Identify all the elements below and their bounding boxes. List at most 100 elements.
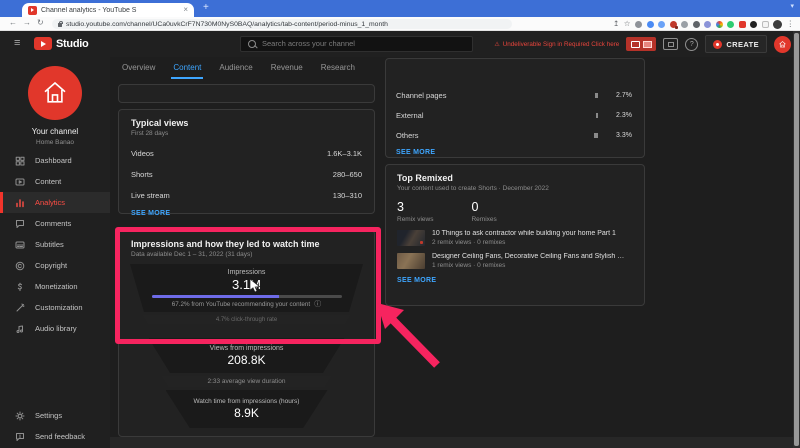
channel-avatar[interactable] xyxy=(28,66,82,120)
extension-icon[interactable] xyxy=(739,21,746,28)
extension-icon[interactable] xyxy=(750,21,757,28)
tab-revenue[interactable]: Revenue xyxy=(271,63,303,79)
help-icon[interactable]: ? xyxy=(685,38,698,51)
sidebar-item-dashboard[interactable]: Dashboard xyxy=(0,150,110,171)
traffic-row[interactable]: External 2.3% xyxy=(396,105,632,125)
funnel-views-step[interactable]: Views from impressions 208.8K xyxy=(149,338,345,373)
see-more-link[interactable]: SEE MORE xyxy=(397,277,633,284)
forward-button[interactable]: → xyxy=(23,18,31,27)
impressions-funnel: Impressions 3.1M 67.2% from YouTube reco… xyxy=(131,264,362,428)
subtitles-icon xyxy=(14,239,25,250)
video-meta: 1 remix views · 0 remixes xyxy=(432,262,627,269)
browser-menu-icon[interactable]: ⋮ xyxy=(787,20,795,28)
share-icon[interactable]: ↥ xyxy=(613,20,619,28)
create-button[interactable]: CREATE xyxy=(705,35,767,53)
funnel-watch-time-step[interactable]: Watch time from impressions (hours) 8.9K xyxy=(166,390,328,428)
funnel-impressions-step[interactable]: Impressions 3.1M 67.2% from YouTube reco… xyxy=(130,264,363,312)
tab-close-icon[interactable]: × xyxy=(183,6,188,14)
tab-overview[interactable]: Overview xyxy=(122,63,155,79)
search-box[interactable] xyxy=(240,36,473,52)
sidebar-item-copyright[interactable]: Copyright xyxy=(0,255,110,276)
sidebar-item-send-feedback[interactable]: Send feedback xyxy=(0,426,110,447)
clipped-card-edge xyxy=(118,84,375,103)
sidebar-item-analytics[interactable]: Analytics xyxy=(0,192,110,213)
tab-content[interactable]: Content xyxy=(173,63,201,79)
remixed-video-row[interactable]: 10 Things to ask contractor while buildi… xyxy=(397,230,633,246)
account-avatar[interactable] xyxy=(774,36,791,53)
address-bar[interactable]: studio.youtube.com/channel/UCa0uvkCrF7N7… xyxy=(52,19,512,29)
sidebar-item-label: Analytics xyxy=(35,198,65,207)
page-scrollbar[interactable] xyxy=(793,31,800,448)
browser-profile-avatar[interactable] xyxy=(773,20,782,29)
sidebar-item-customization[interactable]: Customization xyxy=(0,297,110,318)
bookmark-star-icon[interactable]: ☆ xyxy=(624,20,631,28)
sidebar-item-subtitles[interactable]: Subtitles xyxy=(0,234,110,255)
see-more-link[interactable]: SEE MORE xyxy=(396,149,632,156)
metric-row[interactable]: Live stream 130–310 xyxy=(131,191,362,200)
extension-icon[interactable] xyxy=(658,21,665,28)
info-icon[interactable]: ⓘ xyxy=(314,301,321,308)
house-icon xyxy=(40,78,70,108)
video-camera-icon[interactable] xyxy=(663,38,678,50)
hamburger-menu-icon[interactable]: ≡ xyxy=(14,37,20,49)
progress-bar-fill xyxy=(152,295,279,298)
sidebar-item-comments[interactable]: Comments xyxy=(0,213,110,234)
funnel-label: Impressions xyxy=(228,269,266,276)
header-actions: ⚠ Undeliverable Sign in Required Click h… xyxy=(494,31,791,57)
tab-audience[interactable]: Audience xyxy=(219,63,252,79)
sidebar-item-label: Monetization xyxy=(35,282,78,291)
metric-value: 1.6K–3.1K xyxy=(327,149,362,158)
extension-icon[interactable] xyxy=(716,21,723,28)
scrollbar-thumb[interactable] xyxy=(794,33,799,446)
back-button[interactable]: ← xyxy=(9,18,17,27)
recording-alert-button[interactable] xyxy=(626,37,656,51)
traffic-bar xyxy=(595,93,598,98)
mouse-cursor xyxy=(249,278,260,293)
remixed-video-row[interactable]: Designer Ceiling Fans, Decorative Ceilin… xyxy=(397,253,633,269)
see-more-link[interactable]: SEE MORE xyxy=(131,210,362,217)
lock-icon xyxy=(58,23,62,27)
content-icon xyxy=(14,176,25,187)
screen: Channel analytics - YouTube S × + ▾ ← → … xyxy=(0,0,800,448)
extension-icon[interactable] xyxy=(762,21,769,28)
card-title: Typical views xyxy=(131,118,362,128)
browser-titlebar: Channel analytics - YouTube S × + ▾ xyxy=(0,0,800,17)
extension-icon[interactable] xyxy=(693,21,700,28)
sidebar-item-label: Content xyxy=(35,177,61,186)
browser-tab[interactable]: Channel analytics - YouTube S × xyxy=(22,3,194,17)
traffic-row[interactable]: Others 3.3% xyxy=(396,125,632,145)
metric-row[interactable]: Videos 1.6K–3.1K xyxy=(131,149,362,158)
video-thumbnail xyxy=(397,253,425,269)
stat-value: 3 xyxy=(397,200,433,214)
sidebar-item-settings[interactable]: Settings xyxy=(0,405,110,426)
extension-icon[interactable] xyxy=(635,21,642,28)
window-control-icon[interactable]: ▾ xyxy=(790,2,794,10)
extension-icon[interactable] xyxy=(670,21,677,28)
extension-icon[interactable] xyxy=(727,21,734,28)
stat-value: 0 xyxy=(471,200,496,214)
metric-row[interactable]: Shorts 280–650 xyxy=(131,170,362,179)
studio-logo[interactable]: Studio xyxy=(34,37,88,50)
sidebar-item-label: Comments xyxy=(35,219,71,228)
sidebar-item-monetization[interactable]: Monetization xyxy=(0,276,110,297)
traffic-row[interactable]: Channel pages 2.7% xyxy=(396,85,632,105)
video-title: Designer Ceiling Fans, Decorative Ceilin… xyxy=(432,253,627,260)
warning-banner[interactable]: ⚠ Undeliverable Sign in Required Click h… xyxy=(494,41,619,48)
sidebar-menu: Dashboard Content Analytics Comments Sub… xyxy=(0,150,110,339)
sidebar-item-audio-library[interactable]: Audio library xyxy=(0,318,110,339)
search-input[interactable] xyxy=(262,39,465,48)
extension-icon[interactable] xyxy=(704,21,711,28)
tab-research[interactable]: Research xyxy=(321,63,355,79)
typical-views-card: Typical views First 28 days Videos 1.6K–… xyxy=(118,109,375,214)
new-tab-button[interactable]: + xyxy=(203,2,209,13)
sidebar-item-content[interactable]: Content xyxy=(0,171,110,192)
tab-title: Channel analytics - YouTube S xyxy=(41,7,179,14)
duration-caption: 2:33 average view duration xyxy=(207,378,285,385)
audio-library-icon xyxy=(14,323,25,334)
traffic-label: External xyxy=(396,111,596,120)
stat-label: Remixes xyxy=(471,216,496,223)
customization-icon xyxy=(14,302,25,313)
extension-icon[interactable] xyxy=(681,21,688,28)
extension-icon[interactable] xyxy=(647,21,654,28)
reload-button[interactable]: ↻ xyxy=(37,18,44,27)
